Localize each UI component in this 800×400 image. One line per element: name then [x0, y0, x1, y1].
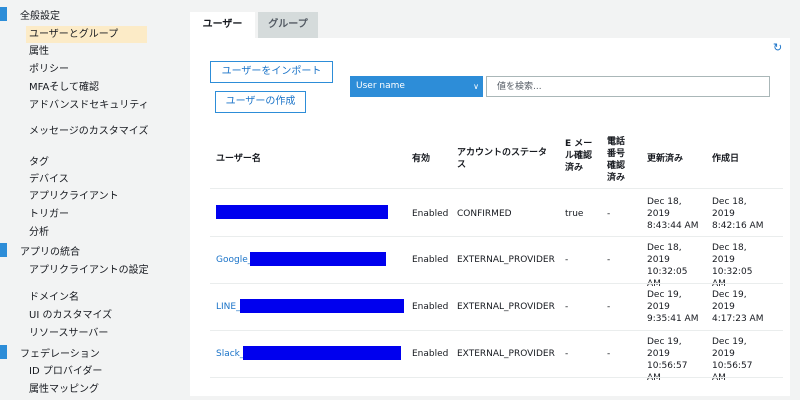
- sidebar-item-id-providers[interactable]: ID プロバイダー: [29, 363, 102, 380]
- tab-users[interactable]: ユーザー: [190, 12, 255, 38]
- sidebar-section-federation[interactable]: フェデレーション: [0, 345, 100, 360]
- cell-status: CONFIRMED: [457, 209, 512, 219]
- cell-phone-verified: -: [607, 302, 611, 312]
- chevron-down-icon: ∨: [473, 82, 479, 91]
- section-marker: [0, 7, 7, 21]
- sidebar-item-attributes[interactable]: 属性: [29, 43, 49, 60]
- sidebar: 全般設定 ユーザーとグループ 属性 ポリシー MFAそして確認 アドバンスドセキ…: [0, 0, 180, 400]
- redacted-username[interactable]: [216, 205, 388, 219]
- row-divider: [210, 330, 783, 331]
- sidebar-item-ui-customization[interactable]: UI のカスタマイズ: [29, 307, 112, 324]
- sidebar-item-app-clients[interactable]: アプリクライアント: [29, 188, 119, 205]
- header-phone-verified[interactable]: 電話番号確認済み: [607, 136, 631, 184]
- import-users-button[interactable]: ユーザーをインポート: [210, 61, 333, 83]
- cell-phone-verified: -: [607, 349, 611, 359]
- sidebar-item-mfa[interactable]: MFAそして確認: [29, 79, 99, 96]
- sidebar-section-general[interactable]: 全般設定: [0, 7, 60, 22]
- username-link[interactable]: Google_: [216, 254, 252, 266]
- header-status[interactable]: アカウントのステータス: [457, 147, 553, 171]
- header-email-verified[interactable]: E メール確認済み: [565, 138, 599, 174]
- cell-enabled: Enabled: [412, 209, 449, 219]
- create-user-button[interactable]: ユーザーの作成: [215, 91, 306, 113]
- sidebar-section-app-integration[interactable]: アプリの統合: [0, 243, 80, 258]
- section-marker: [0, 345, 7, 359]
- cell-status: EXTERNAL_PROVIDER: [457, 302, 555, 312]
- cell-created: Dec 18, 2019 8:42:16 AM: [712, 197, 764, 231]
- cell-updated: Dec 19, 2019 9:35:41 AM: [647, 290, 699, 324]
- sidebar-item-domain-name[interactable]: ドメイン名: [29, 289, 79, 306]
- row-divider: [210, 377, 783, 378]
- attribute-select-value: User name: [356, 81, 405, 91]
- header-updated[interactable]: 更新済み: [647, 153, 683, 165]
- cell-email-verified: -: [565, 349, 569, 359]
- header-enabled[interactable]: 有効: [412, 153, 430, 165]
- row-divider: [210, 283, 783, 284]
- sidebar-item-advanced-security[interactable]: アドバンスドセキュリティ: [29, 97, 149, 114]
- sidebar-item-resource-servers[interactable]: リソースサーバー: [29, 325, 108, 342]
- redacted-username[interactable]: [243, 346, 401, 360]
- username-link[interactable]: LINE_: [216, 301, 241, 313]
- cell-email-verified: true: [565, 209, 584, 219]
- cell-email-verified: -: [565, 302, 569, 312]
- cell-enabled: Enabled: [412, 349, 449, 359]
- header-username[interactable]: ユーザー名: [216, 153, 261, 165]
- cell-created: Dec 19, 2019 4:17:23 AM: [712, 290, 764, 324]
- sidebar-item-analytics[interactable]: 分析: [29, 224, 49, 241]
- cell-status: EXTERNAL_PROVIDER: [457, 255, 555, 265]
- redacted-username[interactable]: [240, 299, 404, 313]
- cell-phone-verified: -: [607, 209, 611, 219]
- sidebar-item-policies[interactable]: ポリシー: [29, 61, 69, 78]
- cell-enabled: Enabled: [412, 302, 449, 312]
- cell-phone-verified: -: [607, 255, 611, 265]
- sidebar-item-devices[interactable]: デバイス: [29, 171, 69, 188]
- sidebar-item-users-groups[interactable]: ユーザーとグループ: [26, 26, 147, 43]
- refresh-icon[interactable]: ↻: [773, 42, 783, 53]
- sidebar-item-app-client-settings[interactable]: アプリクライアントの設定: [29, 262, 149, 279]
- row-divider: [210, 236, 783, 237]
- sidebar-item-message-customization[interactable]: メッセージのカスタマイズ: [29, 126, 169, 150]
- header-created[interactable]: 作成日: [712, 153, 739, 165]
- username-link[interactable]: Slack_: [216, 348, 244, 360]
- cell-enabled: Enabled: [412, 255, 449, 265]
- sidebar-item-attribute-mapping[interactable]: 属性マッピング: [29, 381, 99, 398]
- cell-updated: Dec 18, 2019 8:43:44 AM: [647, 197, 699, 231]
- search-input[interactable]: [486, 76, 770, 97]
- row-divider: [210, 188, 783, 189]
- redacted-username[interactable]: [250, 252, 386, 266]
- cell-email-verified: -: [565, 255, 569, 265]
- attribute-select[interactable]: User name ∨: [350, 76, 483, 97]
- cell-status: EXTERNAL_PROVIDER: [457, 349, 555, 359]
- tab-groups[interactable]: グループ: [258, 12, 318, 38]
- sidebar-item-tags[interactable]: タグ: [29, 154, 49, 171]
- sidebar-item-triggers[interactable]: トリガー: [29, 206, 69, 223]
- section-marker: [0, 243, 7, 257]
